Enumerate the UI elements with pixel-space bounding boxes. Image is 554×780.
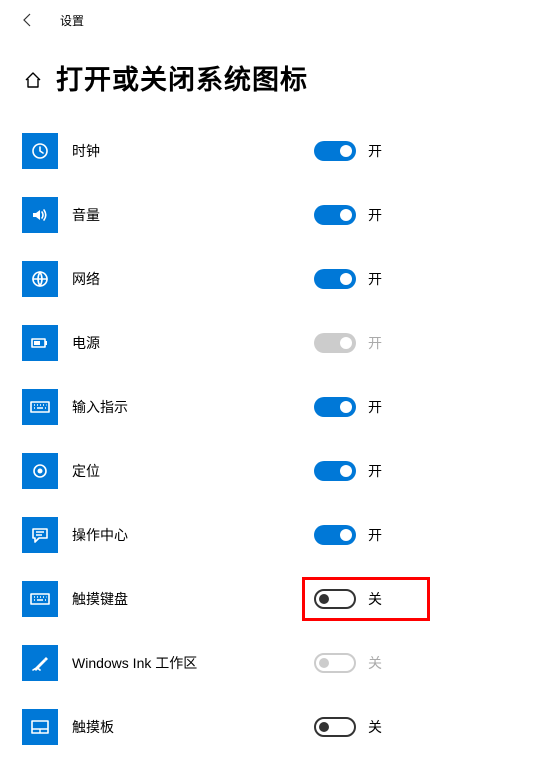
row-label-location: 定位 <box>72 461 554 481</box>
toggle-state-label-network: 开 <box>368 269 382 289</box>
settings-row-windows-ink: Windows Ink 工作区关 <box>0 631 554 695</box>
touchpad-icon <box>22 709 58 745</box>
toggle-location[interactable] <box>314 461 356 481</box>
row-label-touchpad: 触摸板 <box>72 717 554 737</box>
row-label-touch-keyboard: 触摸键盘 <box>72 589 554 609</box>
settings-row-touchpad: 触摸板关 <box>0 695 554 759</box>
toggle-windows-ink <box>314 653 356 673</box>
toggle-touch-keyboard[interactable] <box>314 589 356 609</box>
input-icon <box>22 389 58 425</box>
settings-row-clock: 时钟开 <box>0 119 554 183</box>
settings-list: 时钟开音量开网络开电源开输入指示开定位开操作中心开触摸键盘关Windows In… <box>0 119 554 759</box>
toggle-state-label-power: 开 <box>368 333 382 353</box>
settings-row-action-center: 操作中心开 <box>0 503 554 567</box>
home-button[interactable] <box>24 71 42 89</box>
toggle-state-label-action-center: 开 <box>368 525 382 545</box>
volume-icon <box>22 197 58 233</box>
settings-row-touch-keyboard: 触摸键盘关 <box>0 567 554 631</box>
toggle-network[interactable] <box>314 269 356 289</box>
windows-ink-icon <box>22 645 58 681</box>
toggle-wrap-clock: 开 <box>314 141 382 161</box>
row-label-power: 电源 <box>72 333 554 353</box>
toggle-state-label-location: 开 <box>368 461 382 481</box>
toggle-wrap-network: 开 <box>314 269 382 289</box>
toggle-wrap-input: 开 <box>314 397 382 417</box>
toggle-state-label-volume: 开 <box>368 205 382 225</box>
home-icon <box>24 71 42 89</box>
toggle-wrap-windows-ink: 关 <box>314 653 382 673</box>
toggle-action-center[interactable] <box>314 525 356 545</box>
toggle-state-label-clock: 开 <box>368 141 382 161</box>
settings-row-power: 电源开 <box>0 311 554 375</box>
toggle-wrap-touch-keyboard: 关 <box>314 589 382 609</box>
window-header: 设置 <box>0 0 554 40</box>
title-row: 打开或关闭系统图标 <box>0 58 554 97</box>
toggle-wrap-action-center: 开 <box>314 525 382 545</box>
row-label-volume: 音量 <box>72 205 554 225</box>
settings-row-network: 网络开 <box>0 247 554 311</box>
row-label-action-center: 操作中心 <box>72 525 554 545</box>
toggle-volume[interactable] <box>314 205 356 225</box>
toggle-input[interactable] <box>314 397 356 417</box>
clock-icon <box>22 133 58 169</box>
settings-row-volume: 音量开 <box>0 183 554 247</box>
location-icon <box>22 453 58 489</box>
row-label-input: 输入指示 <box>72 397 554 417</box>
toggle-wrap-power: 开 <box>314 333 382 353</box>
toggle-state-label-touch-keyboard: 关 <box>368 589 382 609</box>
arrow-left-icon <box>20 12 36 28</box>
row-label-clock: 时钟 <box>72 141 554 161</box>
toggle-state-label-windows-ink: 关 <box>368 653 382 673</box>
app-name: 设置 <box>60 12 84 29</box>
page-title: 打开或关闭系统图标 <box>56 58 308 97</box>
toggle-power <box>314 333 356 353</box>
touch-keyboard-icon <box>22 581 58 617</box>
settings-row-input: 输入指示开 <box>0 375 554 439</box>
settings-row-location: 定位开 <box>0 439 554 503</box>
toggle-wrap-touchpad: 关 <box>314 717 382 737</box>
row-label-network: 网络 <box>72 269 554 289</box>
network-icon <box>22 261 58 297</box>
toggle-wrap-location: 开 <box>314 461 382 481</box>
toggle-state-label-touchpad: 关 <box>368 717 382 737</box>
toggle-touchpad[interactable] <box>314 717 356 737</box>
action-center-icon <box>22 517 58 553</box>
toggle-wrap-volume: 开 <box>314 205 382 225</box>
row-label-windows-ink: Windows Ink 工作区 <box>72 653 554 673</box>
back-button[interactable] <box>18 12 38 28</box>
power-icon <box>22 325 58 361</box>
toggle-clock[interactable] <box>314 141 356 161</box>
toggle-state-label-input: 开 <box>368 397 382 417</box>
